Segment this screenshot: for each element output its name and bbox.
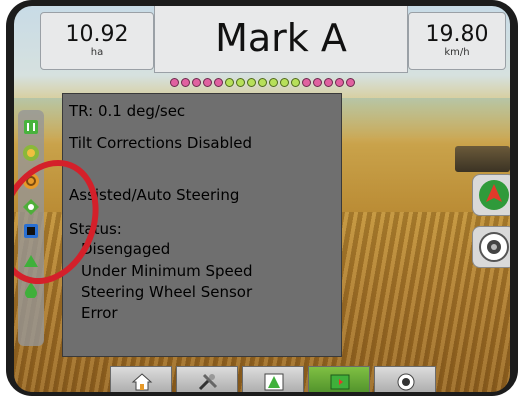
lightbar-led xyxy=(246,78,256,87)
lightbar-led xyxy=(301,78,311,87)
page-title: Mark A xyxy=(215,16,347,60)
title-box: Mark A xyxy=(154,6,408,73)
top-bar: 10.92 ha Mark A 19.80 km/h xyxy=(14,6,510,76)
area-value: 10.92 xyxy=(65,22,129,47)
area-unit: ha xyxy=(90,47,104,58)
lightbar-led xyxy=(323,78,333,87)
lightbar-led xyxy=(268,78,278,87)
tab-camera[interactable] xyxy=(374,366,436,392)
lightbar-led xyxy=(213,78,223,87)
lightbar-led xyxy=(257,78,267,87)
bottom-tab-bar xyxy=(110,366,440,392)
home-icon xyxy=(131,373,153,391)
device-frame: 10.92 ha Mark A 19.80 km/h TR: 0.1 deg/s… xyxy=(6,0,518,396)
navigation-button[interactable] xyxy=(472,174,510,216)
lightbar-led xyxy=(334,78,344,87)
tab-map[interactable] xyxy=(308,366,370,392)
lightbar-led xyxy=(279,78,289,87)
tilt-corrections-text: Tilt Corrections Disabled xyxy=(69,134,253,152)
map-icon xyxy=(330,374,350,390)
lightbar-led xyxy=(290,78,300,87)
lightbar-led xyxy=(202,78,212,87)
lightbar-led xyxy=(224,78,234,87)
camera-icon xyxy=(397,373,415,391)
speed-unit: km/h xyxy=(444,47,470,58)
status-line: Disengaged xyxy=(81,240,171,258)
tab-field[interactable] xyxy=(242,366,304,392)
lightbar-led xyxy=(235,78,245,87)
lightbar-led xyxy=(191,78,201,87)
speed-value: 19.80 xyxy=(425,22,489,47)
camera-icon xyxy=(479,232,509,262)
section-icon[interactable] xyxy=(22,118,40,136)
steering-info-panel: TR: 0.1 deg/sec Tilt Corrections Disable… xyxy=(62,93,342,357)
camera-view-button[interactable] xyxy=(472,226,510,268)
combine-harvester xyxy=(455,146,510,172)
navigation-arrow-icon xyxy=(479,180,509,210)
guidance-screen: 10.92 ha Mark A 19.80 km/h TR: 0.1 deg/s… xyxy=(14,6,510,392)
tools-icon xyxy=(198,373,218,391)
lightbar-led xyxy=(180,78,190,87)
tab-home[interactable] xyxy=(110,366,172,392)
area-readout[interactable]: 10.92 ha xyxy=(40,12,154,70)
field-icon xyxy=(264,373,284,391)
lightbar-led xyxy=(312,78,322,87)
guidance-icon[interactable] xyxy=(22,144,40,162)
lightbar-led xyxy=(169,78,179,87)
tab-tools[interactable] xyxy=(176,366,238,392)
status-line: Steering Wheel Sensor xyxy=(81,283,253,301)
speed-readout[interactable]: 19.80 km/h xyxy=(408,12,506,70)
status-line: Under Minimum Speed xyxy=(81,262,253,280)
tilt-rate-text: TR: 0.1 deg/sec xyxy=(69,102,186,120)
status-line: Error xyxy=(81,304,118,322)
lightbar-led xyxy=(345,78,355,87)
guidance-lightbar xyxy=(14,78,510,92)
